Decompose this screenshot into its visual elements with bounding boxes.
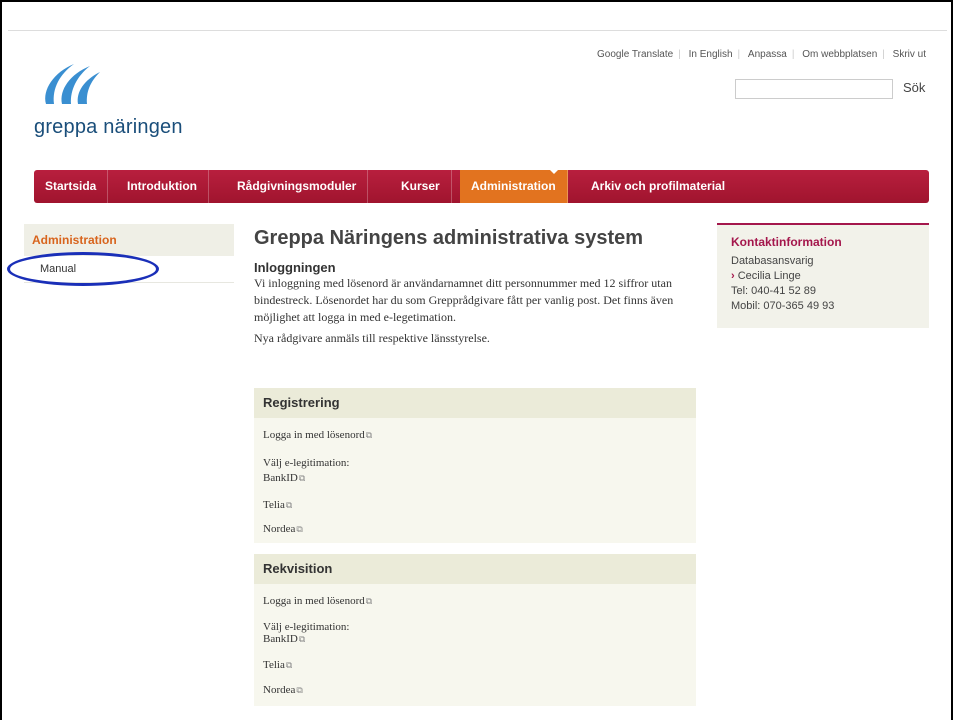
in-english-link[interactable]: In English [684,49,738,60]
separator: | [678,49,681,60]
registrering-login-link[interactable]: Logga in med lösenord⧉ [263,429,372,441]
chevron-right-icon: › [731,270,735,282]
separator: | [882,49,885,60]
contact-tel: Tel: 040-41 52 89 [731,285,817,297]
registrering-telia-link[interactable]: Telia⧉ [263,499,292,511]
bankid-label: BankID [263,472,298,484]
external-link-icon: ⧉ [296,524,303,534]
registrering-choose-label: Välj e-legitimation: [263,457,350,469]
nav-item-radgivningsmoduler[interactable]: Rådgivningsmoduler [226,170,369,203]
logo-text: greppa näringen [34,116,183,138]
nav-item-introduktion[interactable]: Introduktion [116,170,209,203]
contact-name-link[interactable]: › Cecilia Linge [731,269,915,284]
page-title: Greppa Näringens administrativa system [254,227,644,249]
search-input[interactable] [735,79,893,99]
search-button[interactable]: Sök [903,80,925,95]
rekvisition-box: Rekvisition Logga in med lösenord⧉ Välj … [254,554,696,706]
telia-label: Telia [263,659,285,671]
divider [8,30,947,31]
registrering-nordea-link[interactable]: Nordea⧉ [263,523,303,535]
sidebar-heading[interactable]: Administration [24,224,234,256]
separator: | [737,49,741,60]
intro-text: Vi inloggning med lösenord är användarna… [254,276,674,324]
telia-label: Telia [263,499,285,511]
google-translate-link[interactable]: Google Translate [592,49,678,60]
registrering-bankid-link[interactable]: BankID⧉ [263,472,305,484]
external-link-icon: ⧉ [365,430,373,440]
nav-item-kurser[interactable]: Kurser [390,170,452,203]
contact-mobil: Mobil: 070-365 49 93 [731,300,835,312]
section-heading: Inloggningen [254,260,336,275]
rekvisition-choose-label: Välj e-legitimation: [263,621,350,633]
logo-icon[interactable] [32,60,104,115]
registrering-heading: Registrering [254,388,696,418]
contact-name: Cecilia Linge [737,270,801,282]
nav-item-startsida[interactable]: Startsida [34,170,109,203]
separator: | [791,49,795,60]
login-label: Logga in med lösenord [263,595,365,607]
external-link-icon: ⧉ [296,685,303,695]
nordea-label: Nordea [263,684,296,696]
rekvisition-telia-link[interactable]: Telia⧉ [263,659,292,671]
skriv-ut-link[interactable]: Skriv ut [888,49,931,60]
external-link-icon: ⧉ [285,660,293,670]
login-label: Logga in med lösenord [263,429,365,441]
rekvisition-heading: Rekvisition [254,554,696,584]
bankid-label: BankID [263,633,298,645]
intro-text-2: Nya rådgivare anmäls till respektive län… [254,331,490,345]
main-nav: Startsida Introduktion Rådgivningsmodule… [34,169,929,203]
main-content: Greppa Näringens administrativa system I… [254,226,696,347]
rekvisition-nordea-link[interactable]: Nordea⧉ [263,684,303,696]
external-link-icon: ⧉ [298,634,306,644]
annotation-ellipse [7,252,159,286]
external-link-icon: ⧉ [365,596,373,606]
external-link-icon: ⧉ [285,500,293,510]
utility-links: Google Translate | In English | Anpassa | O… [592,49,931,60]
rekvisition-bankid-link[interactable]: BankID⧉ [263,633,305,645]
external-link-icon: ⧉ [298,473,306,483]
nav-item-administration[interactable]: Administration [460,170,568,203]
nav-item-arkiv[interactable]: Arkiv och profilmaterial [580,170,736,203]
anpassa-link[interactable]: Anpassa [743,49,792,60]
contact-box: Kontaktinformation Databasansvarig › Cec… [717,223,929,328]
contact-role: Databasansvarig [731,255,814,267]
rekvisition-login-link[interactable]: Logga in med lösenord⧉ [263,595,372,607]
active-indicator [549,169,559,174]
registrering-box: Registrering Logga in med lösenord⧉ Välj… [254,388,696,543]
om-webbplatsen-link[interactable]: Om webbplatsen [797,49,882,60]
nordea-label: Nordea [263,523,296,535]
contact-heading: Kontaktinformation [731,235,842,249]
